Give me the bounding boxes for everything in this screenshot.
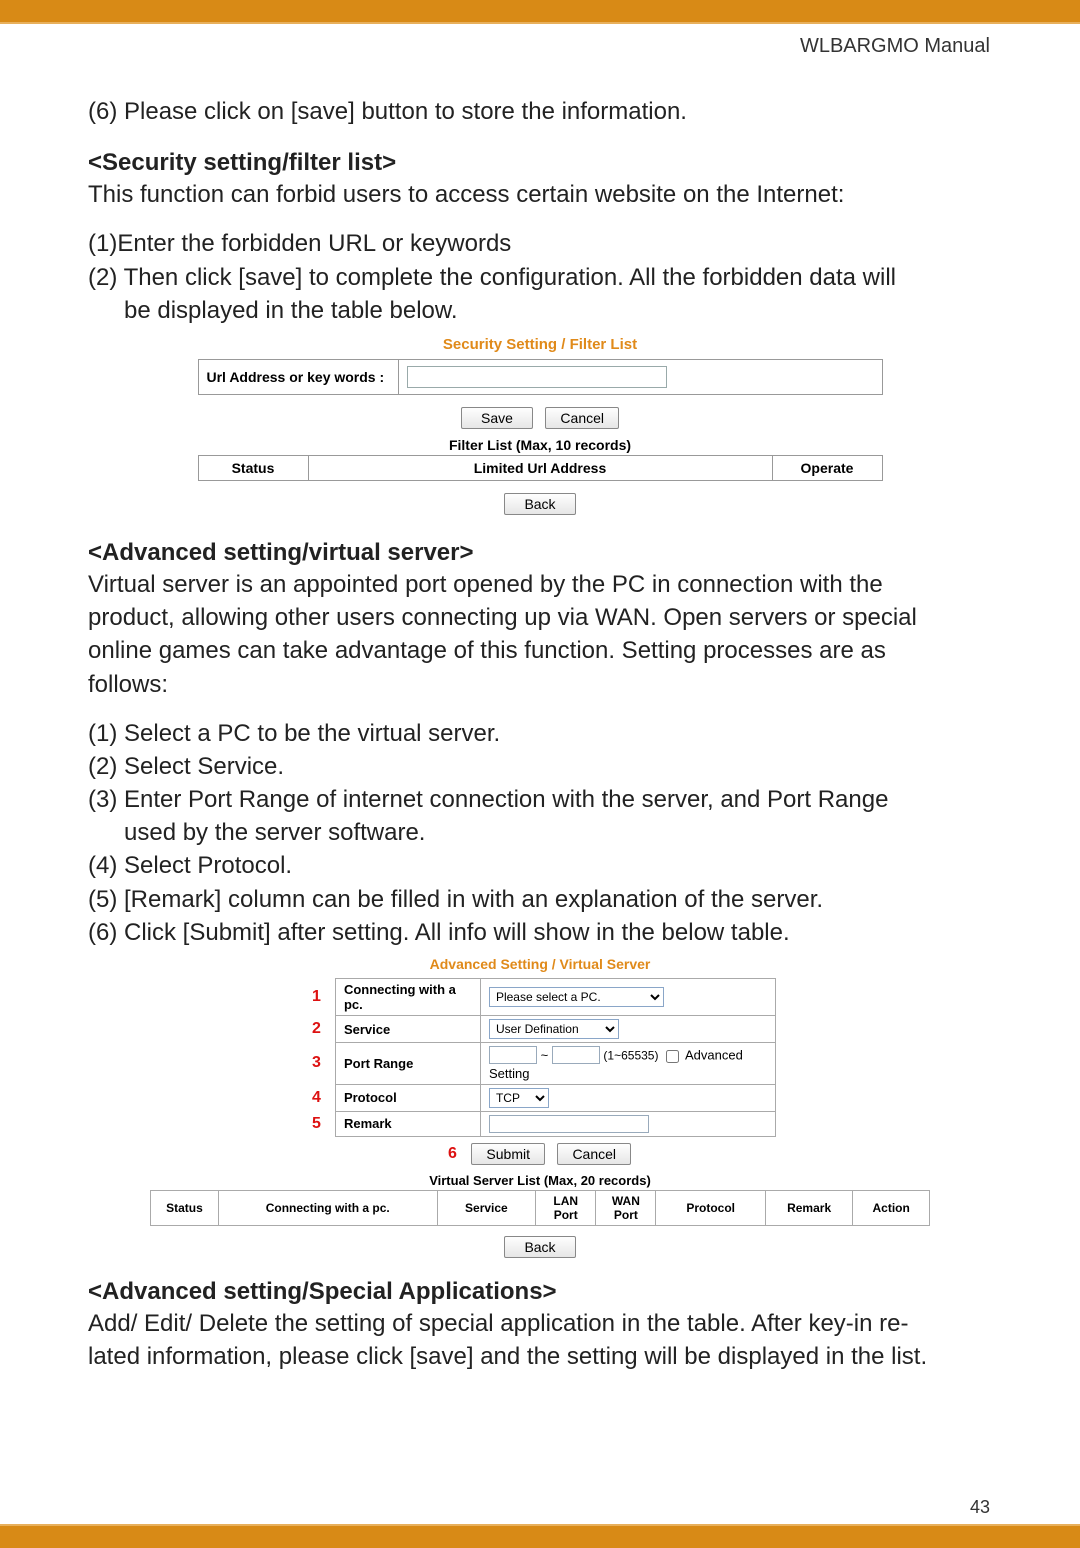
vs-col-lanport: LAN Port (536, 1190, 596, 1225)
vserver-s5: (5) [Remark] column can be filled in wit… (88, 884, 992, 915)
vs-col-remark: Remark (765, 1190, 853, 1225)
vserver-screenshot: Advanced Setting / Virtual Server 1 Conn… (150, 956, 930, 1258)
vs-submit-button[interactable]: Submit (471, 1143, 545, 1165)
manual-title: WLBARGMO Manual (800, 35, 990, 58)
vs-port-to-input[interactable] (552, 1046, 600, 1064)
vs-label-service: Service (335, 1016, 480, 1043)
filter-back-button[interactable]: Back (504, 493, 576, 515)
vs-cancel-button[interactable]: Cancel (557, 1143, 631, 1165)
filter-cancel-button[interactable]: Cancel (545, 407, 619, 429)
vs-col-protocol: Protocol (656, 1190, 765, 1225)
vs-protocol-select[interactable]: TCP (489, 1088, 549, 1108)
top-border-band (0, 0, 1080, 24)
filter-save-button[interactable]: Save (461, 407, 533, 429)
filter-col-limited: Limited Url Address (308, 455, 772, 480)
vs-col-service: Service (437, 1190, 535, 1225)
vs-num-6: 6 (445, 1145, 463, 1163)
vs-num-4: 4 (312, 1089, 327, 1106)
vserver-shot-title: Advanced Setting / Virtual Server (150, 956, 930, 972)
vs-num-1: 1 (312, 988, 327, 1005)
vs-port-sep: ~ (541, 1048, 549, 1063)
vs-adv-checkbox[interactable] (666, 1050, 679, 1063)
vserver-desc3: online games can take advantage of this … (88, 635, 992, 666)
vserver-s3b: used by the server software. (124, 817, 992, 848)
filter-screenshot: Security Setting / Filter List Url Addre… (198, 336, 883, 515)
vs-port-from-input[interactable] (489, 1046, 537, 1064)
vserver-s4: (4) Select Protocol. (88, 850, 992, 881)
vserver-form-table: 1 Connecting with a pc. Please select a … (304, 978, 776, 1137)
filter-desc: This function can forbid users to access… (88, 179, 992, 210)
page-number: 43 (970, 1497, 990, 1518)
vs-remark-input[interactable] (489, 1115, 649, 1133)
special-heading: <Advanced setting/Special Applications> (88, 1278, 992, 1306)
vserver-s6: (6) Click [Submit] after setting. All in… (88, 917, 992, 948)
vs-col-connecting: Connecting with a pc. (218, 1190, 437, 1225)
vs-back-button[interactable]: Back (504, 1236, 576, 1258)
filter-step2a: (2) Then click [save] to complete the co… (88, 262, 992, 293)
vs-list-table: Status Connecting with a pc. Service LAN… (150, 1190, 930, 1226)
filter-col-status: Status (198, 455, 308, 480)
vs-col-status: Status (151, 1190, 219, 1225)
vs-label-portrange: Port Range (335, 1043, 480, 1085)
vserver-desc2: product, allowing other users connecting… (88, 602, 992, 633)
filter-list-table: Status Limited Url Address Operate (198, 455, 883, 481)
special-l1: Add/ Edit/ Delete the setting of special… (88, 1308, 992, 1339)
vserver-desc1: Virtual server is an appointed port open… (88, 569, 992, 600)
vs-num-5: 5 (312, 1115, 327, 1132)
vs-label-connecting: Connecting with a pc. (335, 979, 480, 1016)
filter-list-title: Filter List (Max, 10 records) (198, 437, 883, 453)
filter-step2b: be displayed in the table below. (124, 295, 992, 326)
filter-col-operate: Operate (772, 455, 882, 480)
special-l2: lated information, please click [save] a… (88, 1341, 992, 1372)
vs-label-remark: Remark (335, 1111, 480, 1136)
vserver-s2: (2) Select Service. (88, 751, 992, 782)
vs-pc-select[interactable]: Please select a PC. (489, 987, 664, 1007)
vs-col-action: Action (853, 1190, 930, 1225)
vs-service-select[interactable]: User Defination (489, 1019, 619, 1039)
filter-step1: (1)Enter the forbidden URL or keywords (88, 228, 992, 259)
vs-port-hint: (1~65535) (603, 1049, 658, 1063)
vs-label-protocol: Protocol (335, 1084, 480, 1111)
filter-url-table: Url Address or key words : (198, 359, 883, 395)
vserver-s3a: (3) Enter Port Range of internet connect… (88, 784, 992, 815)
vserver-s1: (1) Select a PC to be the virtual server… (88, 718, 992, 749)
bottom-border-band (0, 1524, 1080, 1548)
vs-num-2: 2 (312, 1020, 327, 1037)
filter-shot-title: Security Setting / Filter List (198, 336, 883, 353)
vs-col-wanport: WAN Port (596, 1190, 656, 1225)
filter-heading: <Security setting/filter list> (88, 149, 992, 177)
vs-list-title: Virtual Server List (Max, 20 records) (150, 1173, 930, 1188)
filter-url-label: Url Address or key words : (198, 359, 398, 394)
intro-step6: (6) Please click on [save] button to sto… (88, 96, 992, 127)
vs-num-3: 3 (312, 1054, 327, 1071)
vserver-heading: <Advanced setting/virtual server> (88, 539, 992, 567)
filter-url-input[interactable] (407, 366, 667, 388)
vserver-desc4: follows: (88, 669, 992, 700)
